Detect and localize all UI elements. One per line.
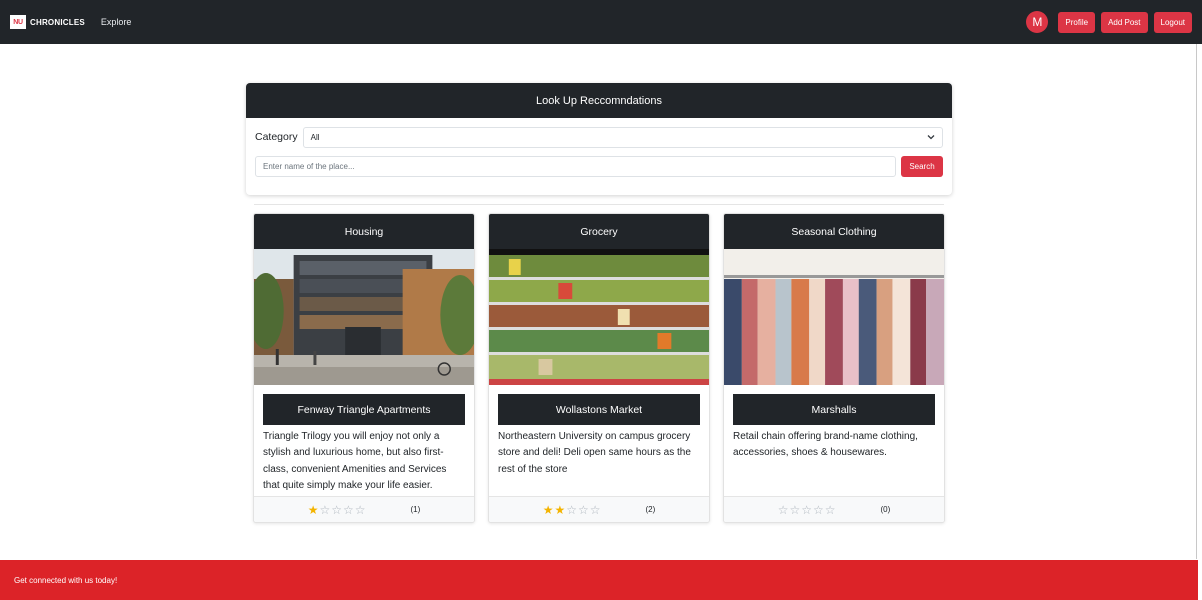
profile-button[interactable]: Profile	[1058, 11, 1096, 33]
star-empty-icon[interactable]: ☆	[801, 503, 813, 517]
star-empty-icon[interactable]: ☆	[789, 503, 801, 517]
logout-button[interactable]: Logout	[1153, 11, 1192, 33]
star-rating[interactable]: ☆☆☆☆☆	[778, 503, 837, 517]
star-filled-icon[interactable]: ★	[308, 503, 320, 517]
recommendation-card: Seasonal Clothing Marshalls Retail chain…	[723, 213, 945, 523]
category-select[interactable]: All	[302, 126, 943, 148]
star-empty-icon[interactable]: ☆	[778, 503, 790, 517]
avatar[interactable]: M	[1026, 11, 1049, 33]
nav-explore-link[interactable]: Explore	[101, 17, 132, 27]
review-count: (2)	[645, 505, 656, 514]
star-empty-icon[interactable]: ☆	[813, 503, 825, 517]
navbar: NU CHRONICLES Explore M Profile Add Post…	[0, 0, 1202, 44]
chevron-down-icon	[927, 132, 935, 142]
review-count: (1)	[410, 505, 421, 514]
search-panel: Look Up Reccomndations Category All Sear…	[246, 83, 952, 195]
site-footer: Get connected with us today!	[0, 560, 1198, 600]
footer-text: Get connected with us today!	[14, 575, 118, 585]
section-divider	[254, 204, 944, 205]
star-empty-icon[interactable]: ☆	[343, 503, 355, 517]
nav-actions: M Profile Add Post Logout	[1026, 11, 1192, 33]
brand-link[interactable]: NU CHRONICLES	[10, 15, 85, 29]
search-button[interactable]: Search	[901, 156, 943, 177]
category-row: Category All	[255, 126, 943, 148]
category-label: Category	[255, 131, 298, 143]
star-empty-icon[interactable]: ☆	[319, 503, 331, 517]
clothing-image	[724, 249, 944, 385]
brand-name: CHRONICLES	[30, 17, 85, 27]
star-empty-icon[interactable]: ☆	[590, 503, 602, 517]
housing-image	[254, 249, 474, 385]
place-name-button[interactable]: Marshalls	[733, 394, 935, 425]
add-post-button[interactable]: Add Post	[1101, 11, 1148, 33]
place-name-button[interactable]: Wollastons Market	[498, 394, 700, 425]
search-row: Search	[255, 156, 943, 177]
card-footer: ★☆☆☆☆ (1)	[254, 496, 474, 522]
card-footer: ☆☆☆☆☆ (0)	[724, 496, 944, 522]
category-selected-value: All	[310, 132, 320, 142]
star-empty-icon[interactable]: ☆	[566, 503, 578, 517]
search-panel-title: Look Up Reccomndations	[246, 83, 952, 118]
star-rating[interactable]: ★★☆☆☆	[543, 503, 602, 517]
star-rating[interactable]: ★☆☆☆☆	[308, 503, 367, 517]
card-category-title: Grocery	[489, 214, 709, 249]
search-input[interactable]	[255, 156, 896, 177]
brand-logo: NU	[10, 15, 26, 29]
star-filled-icon[interactable]: ★	[554, 503, 566, 517]
star-empty-icon[interactable]: ☆	[578, 503, 590, 517]
page-scrollbar-edge	[1196, 44, 1197, 559]
star-empty-icon[interactable]: ☆	[355, 503, 367, 517]
star-empty-icon[interactable]: ☆	[331, 503, 343, 517]
card-footer: ★★☆☆☆ (2)	[489, 496, 709, 522]
recommendation-card: Housing Fenway Triangle Apartments Trian…	[253, 213, 475, 523]
card-category-title: Seasonal Clothing	[724, 214, 944, 249]
place-name-button[interactable]: Fenway Triangle Apartments	[263, 394, 465, 425]
recommendation-card: Grocery Wollastons Market Northeastern U…	[488, 213, 710, 523]
grocery-image	[489, 249, 709, 385]
star-filled-icon[interactable]: ★	[543, 503, 555, 517]
card-category-title: Housing	[254, 214, 474, 249]
star-empty-icon[interactable]: ☆	[825, 503, 837, 517]
review-count: (0)	[880, 505, 891, 514]
